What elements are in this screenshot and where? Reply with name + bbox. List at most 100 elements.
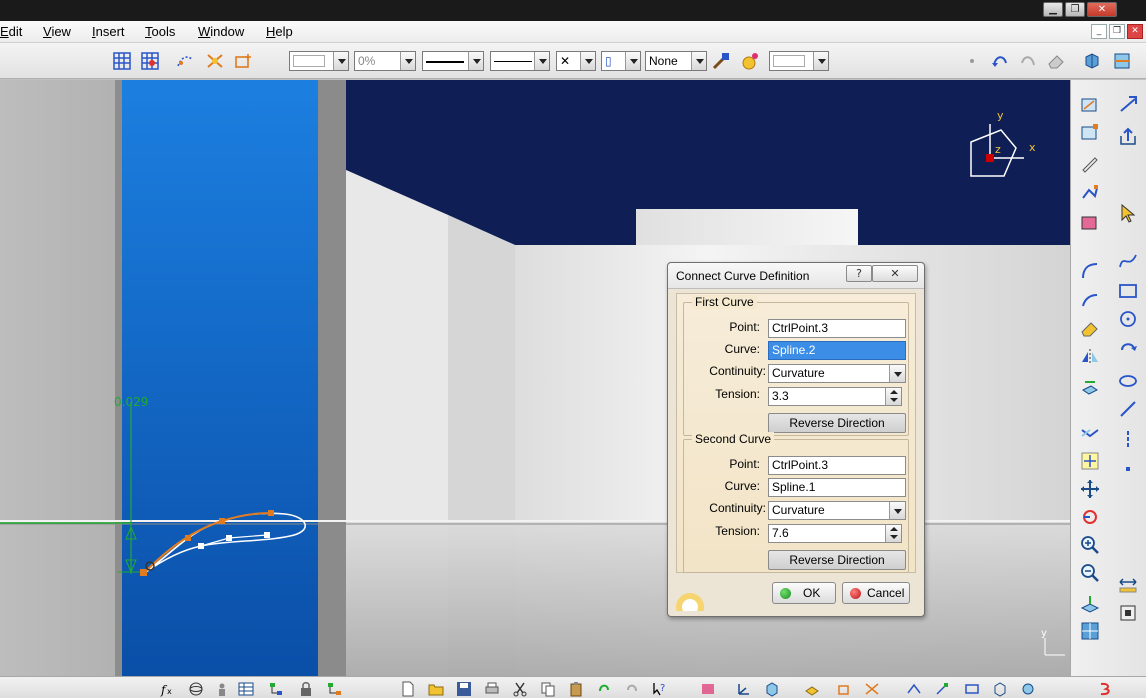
axis-icon[interactable] (1117, 428, 1139, 450)
second-point-field[interactable]: CtrlPoint.3 (768, 456, 906, 475)
connect-curve-dialog[interactable]: Connect Curve Definition ? ✕ First Curve… (667, 262, 925, 617)
redo-small-icon[interactable] (624, 681, 640, 697)
arc-icon[interactable] (1079, 260, 1101, 282)
measure-icon[interactable] (1117, 602, 1139, 624)
control-point[interactable] (268, 510, 274, 516)
positioned-sketch-icon[interactable] (1079, 122, 1101, 144)
normal-view-icon[interactable] (1079, 592, 1101, 614)
eraser-icon[interactable] (1046, 51, 1066, 71)
control-point[interactable] (226, 535, 232, 541)
first-continuity-select[interactable]: Curvature (768, 364, 906, 383)
geometric-constraints-icon[interactable] (205, 51, 225, 71)
color-combo[interactable] (289, 51, 349, 71)
line-icon[interactable] (1117, 398, 1139, 420)
line-thickness-combo[interactable] (422, 51, 484, 71)
line-type-combo[interactable] (490, 51, 550, 71)
chevron-down-icon[interactable] (468, 52, 483, 70)
lock-icon[interactable] (298, 681, 314, 697)
chevron-down-icon[interactable] (889, 502, 905, 519)
save-icon[interactable] (456, 681, 472, 697)
point-type-combo[interactable]: ✕ (556, 51, 596, 71)
profile-feature-icon[interactable] (964, 681, 980, 697)
profile-icon[interactable] (1079, 182, 1101, 204)
circle-icon[interactable] (1117, 308, 1139, 330)
chevron-down-icon[interactable] (813, 52, 828, 70)
construction-element-icon[interactable] (175, 51, 195, 71)
copy-icon[interactable] (540, 681, 556, 697)
output-feature-icon[interactable] (934, 681, 950, 697)
project-3d-icon[interactable] (1079, 376, 1101, 398)
rectangle-icon[interactable] (1117, 280, 1139, 302)
close-window-button[interactable]: ✕ (1087, 2, 1117, 17)
snap-grid-icon[interactable] (140, 51, 160, 71)
sketch-analysis-icon[interactable] (906, 681, 922, 697)
chevron-down-icon[interactable] (580, 52, 595, 70)
exit-workbench-icon[interactable] (1117, 94, 1139, 116)
redo-icon[interactable] (1018, 51, 1038, 71)
transparency-combo[interactable]: 0% (354, 51, 416, 71)
plane-icon[interactable] (804, 681, 820, 697)
whats-this-icon[interactable]: ? (652, 681, 668, 697)
mdi-restore-button[interactable]: ❐ (1109, 24, 1125, 39)
grid-snap-icon[interactable] (1079, 212, 1101, 234)
ellipse-icon[interactable] (1117, 370, 1139, 392)
layer-combo[interactable]: None (645, 51, 707, 71)
menu-tools[interactable]: Tools (145, 24, 175, 39)
format-painter-icon[interactable] (711, 51, 731, 71)
chevron-down-icon[interactable] (333, 52, 348, 70)
chevron-down-icon[interactable] (691, 52, 706, 70)
pencil-icon[interactable] (1079, 152, 1101, 174)
second-continuity-select[interactable]: Curvature (768, 501, 906, 520)
multi-view-icon[interactable] (1079, 620, 1101, 642)
chevron-down-icon[interactable] (889, 365, 905, 382)
rotate-icon[interactable] (1117, 338, 1139, 360)
three-point-arc-icon[interactable] (1079, 290, 1101, 312)
restore-window-button[interactable]: ❐ (1065, 2, 1085, 17)
menu-help[interactable]: Help (266, 24, 293, 39)
dimension-icon[interactable] (1117, 574, 1139, 596)
apply-material-icon[interactable] (740, 51, 760, 71)
second-reverse-direction-button[interactable]: Reverse Direction (768, 550, 906, 570)
eraser-icon[interactable] (1079, 318, 1101, 340)
tree-icon[interactable] (268, 681, 284, 697)
spinner-arrows-icon[interactable] (885, 525, 901, 542)
cut-by-plane-icon[interactable] (1112, 51, 1132, 71)
control-point[interactable] (264, 532, 270, 538)
close-icon[interactable]: ✕ (872, 265, 918, 282)
chevron-down-icon[interactable] (625, 52, 640, 70)
minimize-window-button[interactable]: ▁ (1043, 2, 1063, 17)
mdi-minimize-button[interactable]: _ (1091, 24, 1107, 39)
spline-icon[interactable] (1117, 250, 1139, 272)
menu-insert[interactable]: Insert (92, 24, 125, 39)
dialog-title-bar[interactable]: Connect Curve Definition ? ✕ (668, 263, 924, 289)
new-file-icon[interactable] (400, 681, 416, 697)
visualization-icon[interactable] (1020, 681, 1036, 697)
grid-icon[interactable] (112, 51, 132, 71)
constraint-icon[interactable] (836, 681, 852, 697)
menu-view[interactable]: View (43, 24, 71, 39)
sketch-icon[interactable] (1079, 94, 1101, 116)
first-tension-spinner[interactable]: 3.3 (768, 387, 902, 406)
table-icon[interactable] (238, 681, 254, 697)
hierarchy-icon[interactable] (326, 681, 342, 697)
formula-icon[interactable]: fx (160, 681, 176, 697)
open-folder-icon[interactable] (428, 681, 444, 697)
axis-system-icon[interactable] (736, 681, 752, 697)
rendering-style-combo[interactable]: ▯ (601, 51, 641, 71)
spinner-arrows-icon[interactable] (885, 388, 901, 405)
control-point[interactable] (140, 569, 147, 576)
menu-window[interactable]: Window (198, 24, 244, 39)
zoom-out-icon[interactable] (1079, 562, 1101, 584)
user-icon[interactable] (214, 681, 230, 697)
menu-edit[interactable]: Edit (0, 24, 22, 39)
update-icon[interactable] (700, 681, 716, 697)
chevron-down-icon[interactable] (400, 52, 415, 70)
dimensional-constraints-icon[interactable] (233, 51, 253, 71)
auto-constraint-icon[interactable] (864, 681, 880, 697)
cancel-button[interactable]: Cancel (842, 582, 910, 604)
dimension-value[interactable]: 0.029 (114, 395, 148, 409)
chevron-down-icon[interactable] (534, 52, 549, 70)
mdi-close-button[interactable]: ✕ (1127, 24, 1143, 39)
ok-button[interactable]: OK (772, 582, 836, 604)
control-point[interactable] (219, 518, 225, 524)
